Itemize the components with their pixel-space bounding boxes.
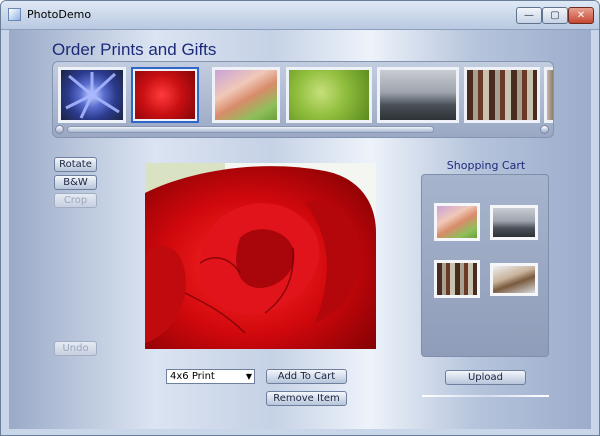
scroll-right-button[interactable] bbox=[540, 125, 549, 134]
upload-button[interactable]: Upload bbox=[445, 370, 526, 385]
crop-button[interactable]: Crop bbox=[54, 193, 97, 208]
rotate-button[interactable]: Rotate bbox=[54, 157, 97, 172]
minimize-button[interactable]: — bbox=[516, 7, 542, 24]
window-title: PhotoDemo bbox=[27, 8, 92, 21]
chevron-down-icon[interactable]: ▼ bbox=[246, 370, 252, 383]
red-rose-image bbox=[145, 163, 376, 349]
scroll-left-button[interactable] bbox=[55, 125, 64, 134]
client-area: Order Prints and Gifts Rotate B&W Crop U… bbox=[9, 30, 591, 429]
blue-flower-image bbox=[65, 72, 120, 119]
app-window: PhotoDemo — ▢ ✕ Order Prints and Gifts R… bbox=[0, 0, 600, 436]
scrollbar-thumb[interactable] bbox=[67, 126, 434, 133]
thumbnail-redwood-forest[interactable] bbox=[464, 67, 540, 123]
shopping-cart-panel bbox=[421, 174, 549, 357]
page-title: Order Prints and Gifts bbox=[52, 40, 217, 59]
print-size-value: 4x6 Print bbox=[170, 371, 215, 382]
maximize-button[interactable]: ▢ bbox=[542, 7, 568, 24]
divider bbox=[422, 395, 549, 397]
cart-item-pastel-leaf[interactable] bbox=[434, 203, 480, 241]
thumbnail-pastel-leaf[interactable] bbox=[212, 67, 280, 123]
title-bar[interactable]: PhotoDemo — ▢ ✕ bbox=[1, 1, 599, 30]
thumbnail-strip bbox=[52, 61, 554, 138]
main-photo bbox=[145, 163, 376, 349]
shopping-cart-title: Shopping Cart bbox=[446, 159, 526, 172]
thumbnail-blue-flower[interactable] bbox=[58, 67, 126, 123]
cart-item-redwood-forest[interactable] bbox=[434, 260, 480, 298]
thumbnail-partial-image[interactable] bbox=[544, 67, 553, 123]
thumbnail-pier-dock[interactable] bbox=[377, 67, 459, 123]
thumbnail-green-leaf[interactable] bbox=[286, 67, 372, 123]
cart-item-pier-dock[interactable] bbox=[490, 205, 538, 240]
print-size-dropdown[interactable]: 4x6 Print ▼ bbox=[166, 369, 255, 384]
thumbnail-scrollbar[interactable] bbox=[55, 125, 549, 134]
scrollbar-track[interactable] bbox=[67, 126, 537, 133]
cart-item-log-snow[interactable] bbox=[490, 263, 538, 296]
thumbnail-red-rose[interactable] bbox=[131, 67, 199, 123]
close-button[interactable]: ✕ bbox=[568, 7, 594, 24]
remove-item-button[interactable]: Remove Item bbox=[266, 391, 347, 406]
bw-button[interactable]: B&W bbox=[54, 175, 97, 190]
app-icon bbox=[8, 8, 21, 21]
add-to-cart-button[interactable]: Add To Cart bbox=[266, 369, 347, 384]
undo-button[interactable]: Undo bbox=[54, 341, 97, 356]
